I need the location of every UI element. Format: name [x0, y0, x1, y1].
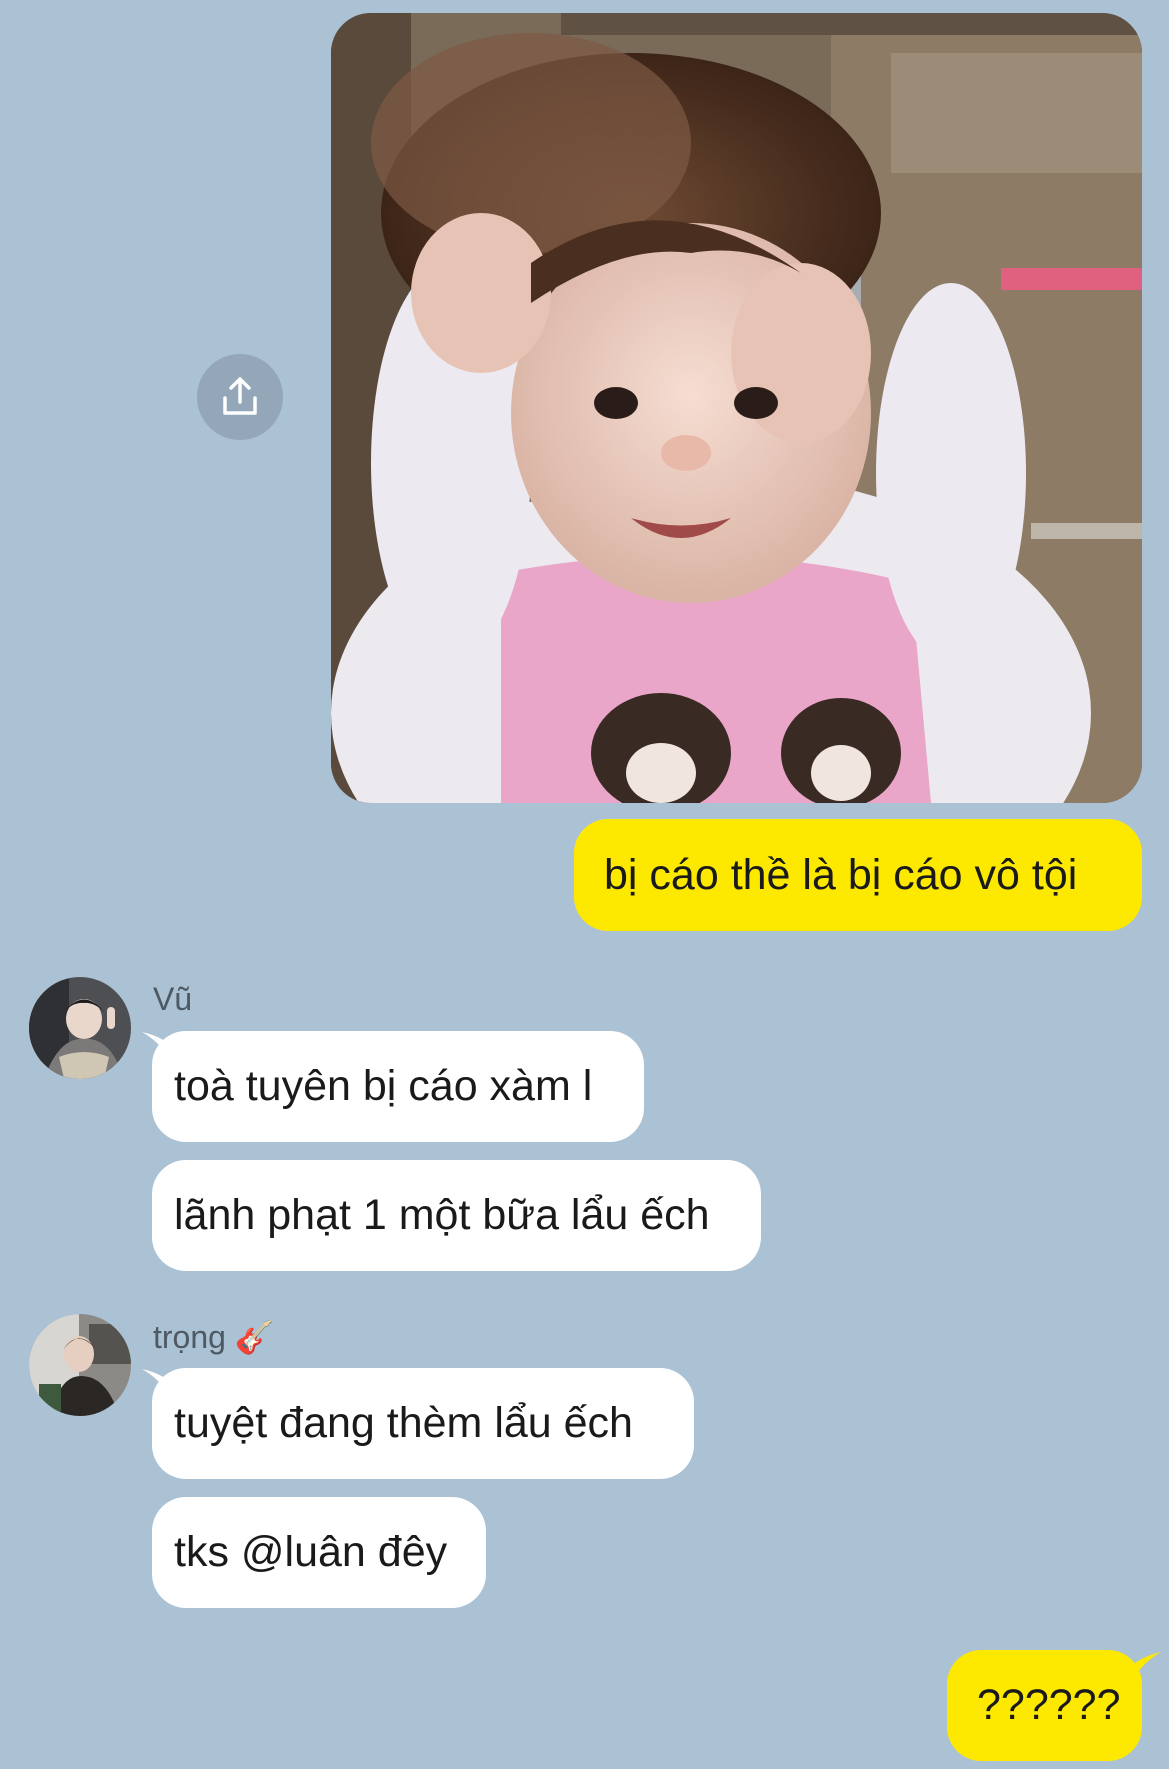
message-text: bị cáo thề là bị cáo vô tội: [604, 850, 1078, 899]
incoming-message[interactable]: toà tuyên bị cáo xàm l: [152, 1031, 644, 1142]
outgoing-message[interactable]: ??????: [947, 1650, 1142, 1761]
avatar-vu[interactable]: [29, 977, 131, 1079]
incoming-message[interactable]: tuyệt đang thèm lẩu ếch: [152, 1368, 694, 1479]
shared-photo[interactable]: [331, 13, 1142, 803]
incoming-message[interactable]: lãnh phạt 1 một bữa lẩu ếch: [152, 1160, 761, 1271]
message-text: ??????: [977, 1681, 1121, 1729]
outgoing-message[interactable]: bị cáo thề là bị cáo vô tội: [574, 819, 1142, 931]
share-button[interactable]: [197, 354, 283, 440]
guitar-icon: 🎸: [234, 1319, 275, 1355]
sender-name: trọng 🎸: [153, 1319, 275, 1355]
message-text: lãnh phạt 1 một bữa lẩu ếch: [174, 1191, 710, 1239]
message-text: tuyệt đang thèm lẩu ếch: [174, 1399, 633, 1447]
sender-name: Vũ: [153, 981, 193, 1017]
avatar-trong[interactable]: [29, 1314, 131, 1416]
message-text: toà tuyên bị cáo xàm l: [174, 1062, 593, 1110]
message-text: tks @luân đêy: [174, 1528, 448, 1576]
share-icon: [223, 377, 257, 415]
incoming-message[interactable]: tks @luân đêy: [152, 1497, 486, 1608]
